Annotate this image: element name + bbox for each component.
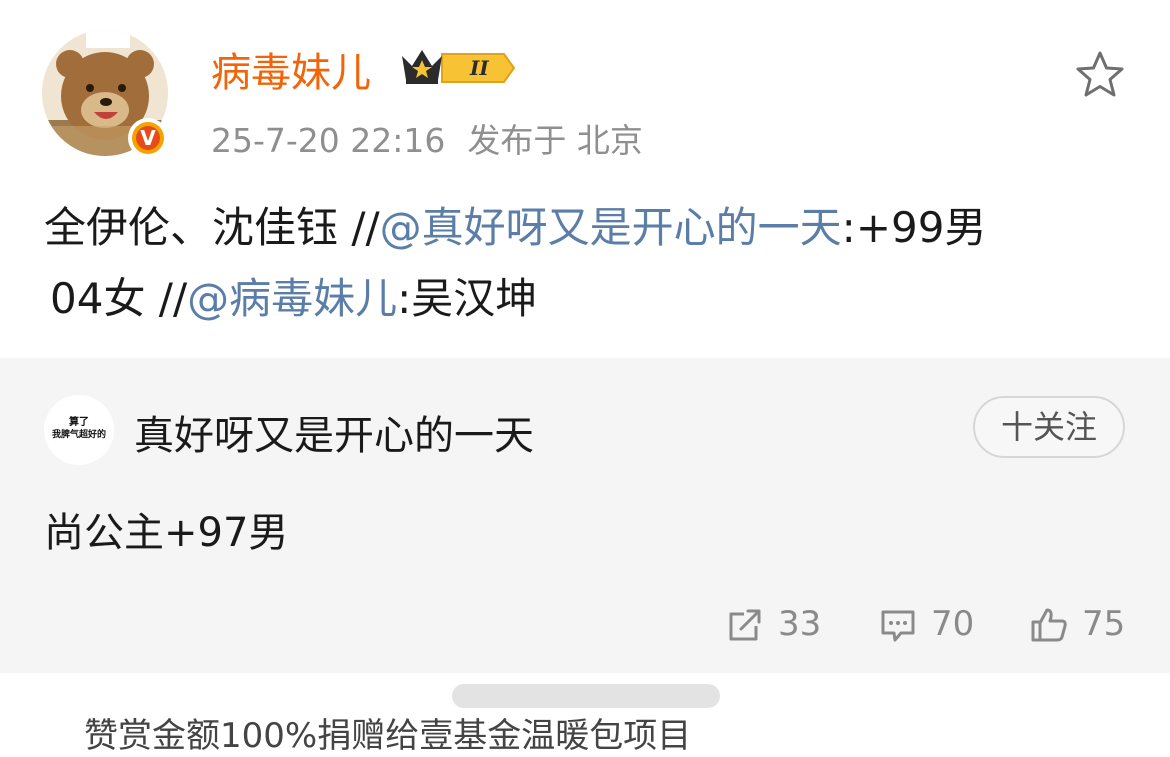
repost-count: 33 [778,604,822,644]
timestamp: 25-7-20 22:16 [211,121,446,160]
like-icon [1031,608,1067,642]
like-count: 75 [1082,604,1126,644]
post-text-segment: :吴汉坤 [397,274,538,323]
follow-button[interactable]: 十关注 [973,396,1125,458]
repost-author-avatar[interactable]: 算了 我脾气超好的 [44,395,114,465]
repost-text: 尚公主+97男 [44,510,289,556]
post-text-segment: 全伊伦、沈佳钰 // [44,203,380,252]
repost-card[interactable]: 算了 我脾气超好的 真好呀又是开心的一天 十关注 尚公主+97男 33 70 7… [0,358,1170,673]
like-button[interactable]: 75 [1030,602,1140,646]
post-line-1: 全伊伦、沈佳钰 //@真好呀又是开心的一天:+99男 [44,192,1134,263]
post-text-segment: :+99男 [841,203,987,252]
avatar-text: 我脾气超好的 [51,430,106,440]
avatar-text: 算了 [69,417,89,428]
level-text: II [469,56,489,80]
mention-link[interactable]: @病毒妹儿 [187,274,397,323]
verified-icon: V [128,118,168,158]
star-icon[interactable] [1074,50,1126,100]
username[interactable]: 病毒妹儿 [211,40,371,98]
comment-count: 70 [931,604,975,644]
repost-author-name[interactable]: 真好呀又是开心的一天 [134,403,534,461]
post-line-2: 04女 //@病毒妹儿:吴汉坤 [44,263,1134,334]
horizontal-scroll-indicator[interactable] [452,684,720,708]
repost-button[interactable]: 33 [726,602,836,646]
repost-icon [729,609,761,641]
post-meta: 25-7-20 22:16 发布于 北京 [211,114,643,162]
post-text-segment: 04女 // [50,274,188,323]
location: 发布于 北京 [467,121,643,160]
comment-icon [881,610,915,642]
crown-level-icon[interactable]: II [398,42,516,90]
reward-note: 赞赏金额100%捐赠给壹基金温暖包项目 [84,716,692,756]
comment-button[interactable]: 70 [879,602,989,646]
post-text: 全伊伦、沈佳钰 //@真好呀又是开心的一天:+99男 04女 //@病毒妹儿:吴… [44,192,1134,334]
mention-link[interactable]: @真好呀又是开心的一天 [380,203,842,252]
